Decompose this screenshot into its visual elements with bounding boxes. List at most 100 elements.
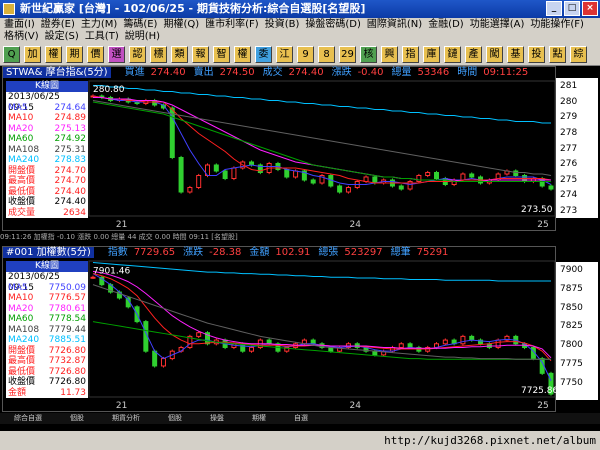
sheet-tab[interactable]: 期權 [252,414,266,422]
toolbar-button[interactable]: 選 [108,46,125,63]
legend-row: MA20 7780.61 [6,304,88,315]
legend-label: 收盤價 [8,197,36,207]
menu-item[interactable]: 說明(H) [125,31,160,43]
toolbar-button[interactable]: 29 [339,46,356,63]
chart-panel-taiex: #001 加權數(5分) 指數 7729.65 漲跌 -28.38 金額 102.91 總張 5… [2,246,557,412]
menu-item[interactable]: 畫面(I) [4,19,35,31]
toolbar-button[interactable]: 綜 [570,46,587,63]
toolbar-button[interactable]: 委 [255,46,272,63]
legend-row: 開盤價 7726.80 [6,346,88,357]
y-tick-label: 278 [560,128,578,138]
menu-item[interactable]: 匯市利率(F) [205,19,259,31]
high-marker-label: 280.80 [93,85,125,95]
sheet-tab[interactable]: 個股 [168,414,182,422]
menu-item[interactable]: 功能操作(F) [530,19,584,31]
legend-label: MA108 [8,144,40,155]
minimize-button[interactable]: _ [546,1,562,16]
menu-item[interactable]: 設定(S) [45,31,79,43]
legend-row: MA240 278.83 [6,155,88,166]
candle-body [178,157,184,193]
toolbar-button[interactable]: 闖 [486,46,503,63]
legend-row: 最低價 7726.80 [6,367,88,378]
close-button[interactable]: × [582,1,598,16]
legend-label: MA10 [8,113,34,123]
menu-item[interactable]: 證券(E) [41,19,75,31]
toolbar-button[interactable]: 點 [549,46,566,63]
toolbar-button[interactable]: 加 [24,46,41,63]
legend-date: 2013/06/25 09:15 [8,272,60,293]
legend-value: 274.92 [54,134,87,144]
menu-item[interactable]: 金融(D) [428,19,464,31]
legend-row: MA240 7885.51 [6,335,88,346]
legend-label: 開盤價 [8,165,36,176]
toolbar: Q 加權期價選認標類報智權委江 9 8 29 核興指庫鏈產闖基投點綜 [0,44,600,66]
candle-body [513,170,519,176]
menu-item[interactable]: 投資(B) [265,19,300,31]
legend-label: MA60 [8,314,34,324]
toolbar-button[interactable]: 權 [45,46,62,63]
legend-value: 278.83 [54,155,87,165]
candle-body [398,185,404,190]
toolbar-button[interactable]: 核 [360,46,377,63]
toolbar-button[interactable]: 8 [318,46,335,63]
candle-body [222,170,228,179]
menu-item[interactable]: 期權(Q) [163,19,199,31]
legend-value: 7726.80 [48,366,86,377]
legend-value: 274.70 [54,176,87,186]
menu-bar: 畫面(I) 證券(E) 主力(M) 籌碼(E) 期權(Q) 匯市利率(F) 投資(B) 操盤密… [0,18,600,44]
toolbar-button[interactable]: 價 [87,46,104,63]
toolbar-button[interactable]: 庫 [423,46,440,63]
toolbar-button[interactable]: 9 [297,46,314,63]
menu-item[interactable]: 國際資訊(N) [367,19,422,31]
chart-panel-stwa: STWA& 摩台指&(5分) 買進 274.40 賣出 274.50 成交 274.40 漲跌… [2,66,556,231]
legend-label: MA108 [8,324,40,335]
legend-value: 7726.80 [48,377,86,387]
y-axis: 273 274 275 276 277 278 279 280 281 [556,78,598,218]
maximize-button[interactable]: □ [564,1,580,16]
toolbar-button[interactable]: 智 [213,46,230,63]
watermark-url: http://kujd3268.pixnet.net/album [384,434,596,447]
sheet-tab[interactable]: 綜合自選 [14,414,42,422]
low-marker-label: 7725.86 [521,386,557,396]
toolbar-button[interactable]: 江 [276,46,293,63]
toolbar-button[interactable]: Q [3,46,20,63]
sheet-tab[interactable]: 自選 [294,414,308,422]
tab-strip: 綜合自選 個股 期貨分析 個股 操盤 期權 自選 [0,413,600,424]
ma-line-ma60 [92,101,551,182]
toolbar-button[interactable]: 類 [171,46,188,63]
toolbar-button[interactable]: 權 [234,46,251,63]
y-tick-label: 7875 [560,283,583,294]
sheet-tab[interactable]: 期貨分析 [112,414,140,422]
legend-value: 274.40 [54,197,87,207]
candle-body [434,172,439,179]
toolbar-button[interactable]: 期 [66,46,83,63]
sheet-tab[interactable]: 個股 [70,414,84,422]
toolbar-button[interactable]: 認 [129,46,146,63]
candle-body [345,187,351,193]
legend-label: 成交量 [8,207,36,218]
legend-row: MA5 274.64 [6,103,88,114]
candle-body [284,169,290,178]
toolbar-button[interactable]: 標 [150,46,167,63]
toolbar-button[interactable]: 報 [192,46,209,63]
candle-body [249,346,255,352]
legend-value: 7779.44 [48,324,86,335]
toolbar-button[interactable]: 投 [528,46,545,63]
legend-title: K線圖 [6,261,88,272]
y-tick-label: 7775 [560,358,583,369]
toolbar-button[interactable]: 基 [507,46,524,63]
menu-item[interactable]: 主力(M) [81,19,117,31]
toolbar-button[interactable]: 鏈 [444,46,461,63]
menu-item[interactable]: 格柄(V) [4,31,39,43]
menu-item[interactable]: 工具(T) [85,31,119,43]
legend-label: 最高價 [8,356,36,366]
candle-body [196,175,202,188]
menu-item[interactable]: 操盤密碼(D) [305,19,361,31]
sheet-tab[interactable]: 操盤 [210,414,224,422]
toolbar-button[interactable]: 指 [402,46,419,63]
toolbar-button[interactable]: 興 [381,46,398,63]
toolbar-button[interactable]: 產 [465,46,482,63]
legend-row: MA108 275.31 [6,145,88,156]
menu-item[interactable]: 功能選擇(A) [470,19,525,31]
menu-item[interactable]: 籌碼(E) [123,19,157,31]
